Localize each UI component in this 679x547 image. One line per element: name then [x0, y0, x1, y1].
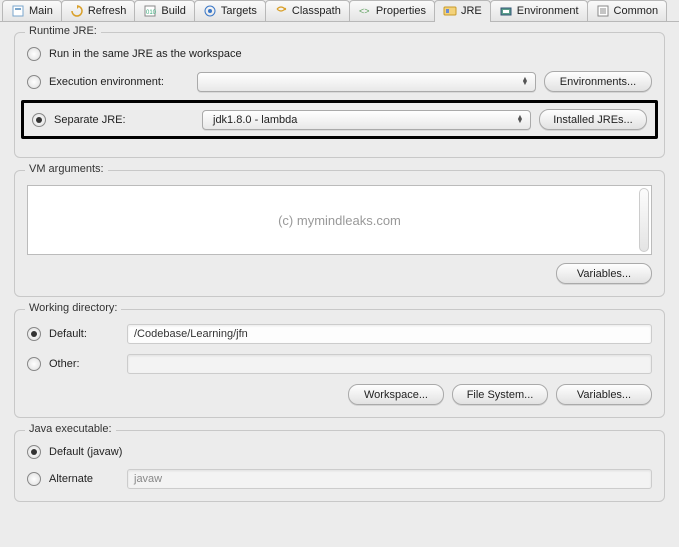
javaexec-alternate-field[interactable]: javaw [127, 469, 652, 489]
tab-classpath[interactable]: Classpath [265, 0, 350, 21]
radio-same-jre-label: Run in the same JRE as the workspace [49, 48, 242, 60]
main-icon [11, 4, 25, 18]
workdir-variables-button[interactable]: Variables... [556, 384, 652, 405]
radio-workdir-other[interactable] [27, 357, 41, 371]
workspace-button[interactable]: Workspace... [348, 384, 444, 405]
radio-separate-jre[interactable] [32, 113, 46, 127]
tab-targets[interactable]: Targets [194, 0, 266, 21]
watermark-text: (c) mymindleaks.com [278, 213, 401, 228]
radio-workdir-other-label: Other: [49, 358, 119, 370]
radio-execution-env-label: Execution environment: [49, 76, 189, 88]
tab-content: Runtime JRE: Run in the same JRE as the … [0, 22, 679, 528]
tab-label: Common [614, 5, 659, 17]
workdir-default-field[interactable]: /Codebase/Learning/jfn [127, 324, 652, 344]
select-arrows-icon: ▲▼ [521, 78, 529, 86]
svg-text:<>: <> [359, 6, 370, 16]
tab-environment[interactable]: Environment [490, 0, 588, 21]
tab-refresh[interactable]: Refresh [61, 0, 136, 21]
tab-label: Main [29, 5, 53, 17]
tab-jre[interactable]: JRE [434, 0, 491, 21]
scrollbar-thumb[interactable] [639, 188, 649, 252]
refresh-icon [70, 4, 84, 18]
jre-icon [443, 4, 457, 18]
file-system-button[interactable]: File System... [452, 384, 548, 405]
java-executable-group: Java executable: Default (javaw) Alterna… [14, 430, 665, 502]
radio-separate-jre-label: Separate JRE: [54, 114, 194, 126]
runtime-jre-title: Runtime JRE: [25, 25, 101, 37]
radio-workdir-default-label: Default: [49, 328, 119, 340]
tab-main[interactable]: Main [2, 0, 62, 21]
runtime-jre-group: Runtime JRE: Run in the same JRE as the … [14, 32, 665, 158]
targets-icon [203, 4, 217, 18]
vm-arguments-group: VM arguments: (c) mymindleaks.com Variab… [14, 170, 665, 297]
tab-common[interactable]: Common [587, 0, 668, 21]
radio-javaexec-alternate[interactable] [27, 472, 41, 486]
working-directory-group: Working directory: Default: /Codebase/Le… [14, 309, 665, 418]
tab-properties[interactable]: <> Properties [349, 0, 435, 21]
radio-execution-env[interactable] [27, 75, 41, 89]
classpath-icon [274, 4, 288, 18]
working-directory-title: Working directory: [25, 302, 121, 314]
radio-javaexec-default[interactable] [27, 445, 41, 459]
vm-variables-button[interactable]: Variables... [556, 263, 652, 284]
vm-arguments-textarea[interactable]: (c) mymindleaks.com [27, 185, 652, 255]
tab-label: Properties [376, 5, 426, 17]
tab-label: JRE [461, 5, 482, 17]
highlight-separate-jre: Separate JRE: jdk1.8.0 - lambda ▲▼ Insta… [21, 100, 658, 139]
radio-workdir-default[interactable] [27, 327, 41, 341]
workdir-other-field[interactable] [127, 354, 652, 374]
tab-bar: Main Refresh 010 Build Targets Classpath… [0, 0, 679, 22]
tab-label: Refresh [88, 5, 127, 17]
tab-build[interactable]: 010 Build [134, 0, 194, 21]
radio-same-jre[interactable] [27, 47, 41, 61]
radio-javaexec-default-label: Default (javaw) [49, 446, 122, 458]
radio-javaexec-alternate-label: Alternate [49, 473, 119, 485]
tab-label: Build [161, 5, 185, 17]
svg-text:010: 010 [146, 10, 156, 16]
environment-icon [499, 4, 513, 18]
installed-jres-button[interactable]: Installed JREs... [539, 109, 647, 130]
tab-label: Targets [221, 5, 257, 17]
properties-icon: <> [358, 4, 372, 18]
tab-label: Classpath [292, 5, 341, 17]
tab-label: Environment [517, 5, 579, 17]
java-executable-title: Java executable: [25, 423, 116, 435]
select-arrows-icon: ▲▼ [516, 116, 524, 124]
environments-button[interactable]: Environments... [544, 71, 652, 92]
build-icon: 010 [143, 4, 157, 18]
separate-jre-select[interactable]: jdk1.8.0 - lambda ▲▼ [202, 110, 531, 130]
vm-arguments-title: VM arguments: [25, 163, 108, 175]
execution-env-select[interactable]: ▲▼ [197, 72, 536, 92]
select-value: jdk1.8.0 - lambda [213, 114, 297, 126]
common-icon [596, 4, 610, 18]
